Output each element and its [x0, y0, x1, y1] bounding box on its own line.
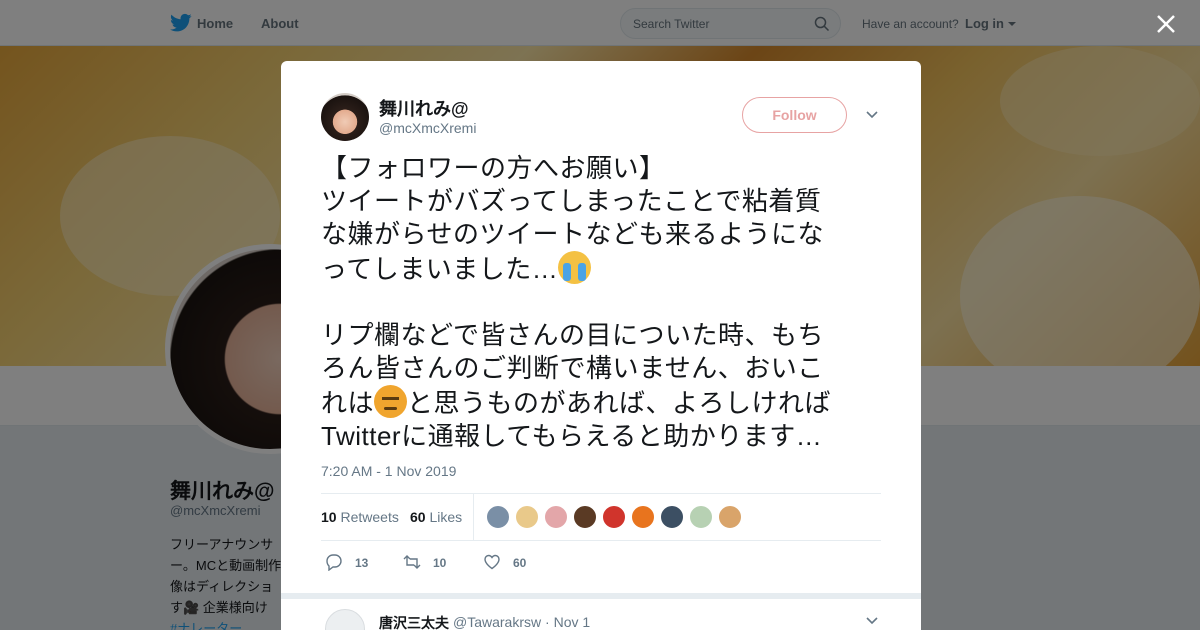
retweets-count: 10: [321, 509, 337, 525]
likes-label: Likes: [429, 509, 463, 525]
retweets-stat[interactable]: 10 Retweets: [321, 509, 399, 525]
tweet-text: 【フォロワーの方へお願い】 ツイートがバズってしまったことで粘着質 な嫌がらせの…: [321, 152, 881, 453]
reply-author-name[interactable]: 唐沢三太夫: [379, 613, 449, 630]
retweets-label: Retweets: [340, 509, 399, 525]
retweet-count: 10: [433, 556, 447, 570]
like-count: 60: [513, 556, 527, 570]
liker-avatar[interactable]: [631, 505, 655, 529]
liker-avatar[interactable]: [544, 505, 568, 529]
reply-meta: @Tawarakrsw · Nov 1: [453, 614, 591, 630]
tweet-author-handle[interactable]: @mcXmcXremi: [379, 120, 476, 136]
tweet-stats: 10 Retweets 60 Likes: [321, 493, 881, 541]
replies-divider: [281, 593, 921, 599]
close-icon[interactable]: [1155, 13, 1177, 35]
likes-stat[interactable]: 60 Likes: [410, 509, 462, 525]
likes-count: 60: [410, 509, 426, 525]
heart-icon: [484, 554, 500, 570]
reply-icon: [326, 554, 342, 571]
tweet-timestamp[interactable]: 7:20 AM - 1 Nov 2019: [321, 463, 456, 479]
retweet-icon: [403, 555, 421, 569]
chevron-down-icon[interactable]: [866, 617, 878, 625]
angry-face-icon: [374, 385, 408, 418]
tweet-modal: 舞川れみ@ @mcXmcXremi Follow 【フォロワーの方へお願い】 ツ…: [281, 61, 921, 630]
reply-date[interactable]: Nov 1: [554, 614, 591, 630]
reply-count: 13: [355, 556, 369, 570]
liker-avatar[interactable]: [602, 505, 626, 529]
reply-author-handle[interactable]: @Tawarakrsw: [453, 614, 541, 630]
chevron-down-icon[interactable]: [866, 111, 878, 119]
tweet-actions: 13 10 60: [321, 551, 881, 575]
reply-author-avatar[interactable]: [325, 609, 365, 630]
liker-avatar[interactable]: [573, 505, 597, 529]
follow-button[interactable]: Follow: [742, 97, 847, 133]
liker-avatar[interactable]: [660, 505, 684, 529]
stats-divider: [473, 494, 474, 540]
tweet-author-name[interactable]: 舞川れみ@: [379, 95, 469, 121]
liker-avatar[interactable]: [718, 505, 742, 529]
liker-avatar[interactable]: [486, 505, 510, 529]
liker-avatar[interactable]: [515, 505, 539, 529]
tweet-author-avatar[interactable]: [321, 93, 369, 141]
loudly-crying-face-icon: [558, 251, 592, 284]
liker-avatar[interactable]: [689, 505, 713, 529]
